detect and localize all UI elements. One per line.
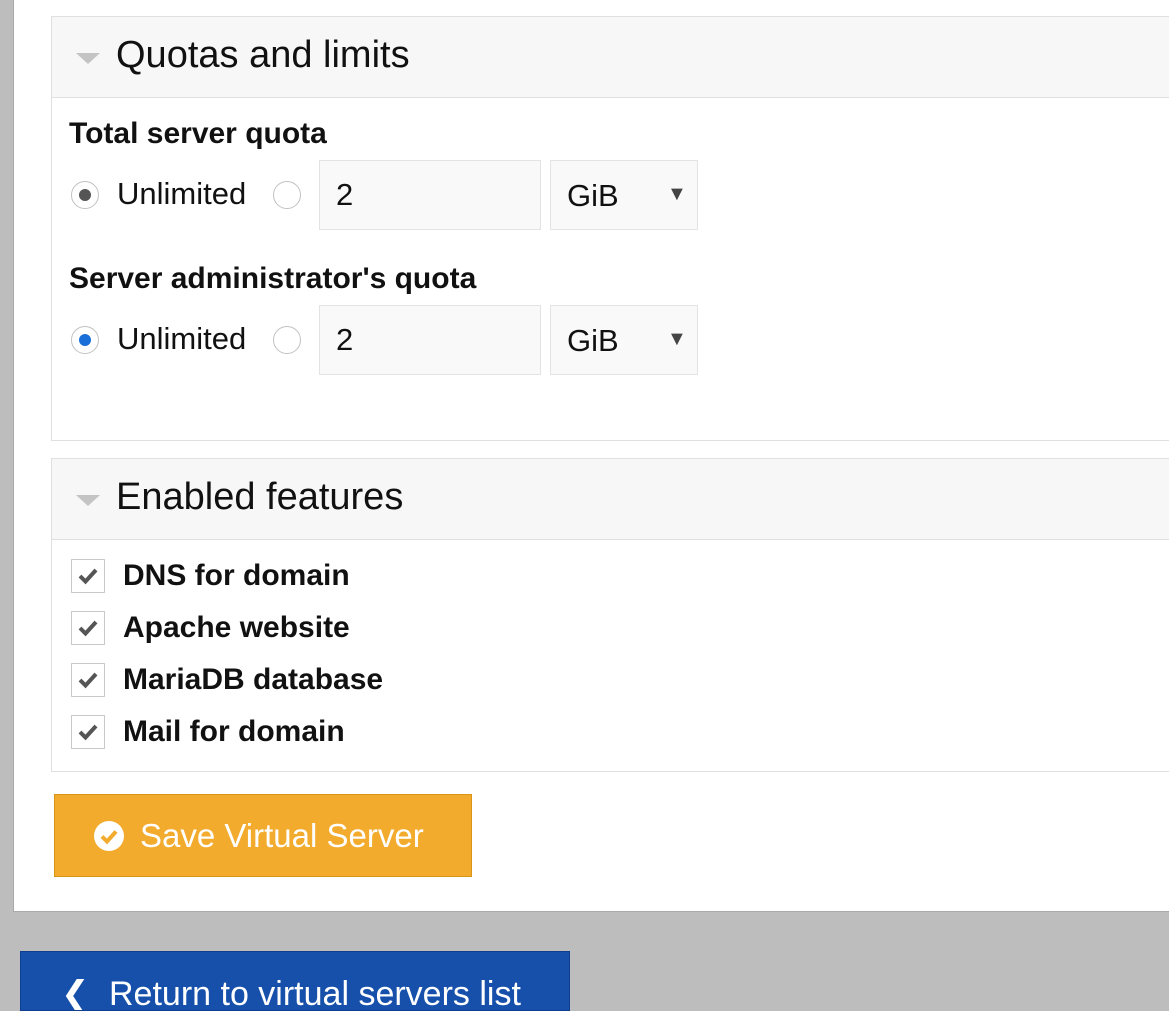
total-quota-unlimited-radio[interactable] xyxy=(71,181,99,209)
admin-quota-custom-radio[interactable] xyxy=(273,326,301,354)
return-button-label: Return to virtual servers list xyxy=(109,975,521,1011)
features-section: Enabled features DNS for domain Apache w… xyxy=(51,458,1169,772)
checkmark-icon xyxy=(78,672,98,689)
return-to-list-button[interactable]: ❮ Return to virtual servers list xyxy=(20,951,570,1011)
save-button-label: Save Virtual Server xyxy=(140,817,424,854)
checkmark-icon xyxy=(78,724,98,741)
admin-quota-unlimited-radio[interactable] xyxy=(71,326,99,354)
total-quota-label: Total server quota xyxy=(69,117,327,150)
feature-checkbox-apache[interactable] xyxy=(71,611,105,645)
radio-selected-dot xyxy=(79,189,91,201)
admin-quota-input[interactable] xyxy=(319,305,541,375)
admin-quota-unit-value: GiB xyxy=(567,323,619,358)
feature-label-mariadb: MariaDB database xyxy=(123,663,384,696)
save-virtual-server-button[interactable]: Save Virtual Server xyxy=(54,794,472,877)
total-quota-custom-radio[interactable] xyxy=(273,181,301,209)
quotas-section: Quotas and limits Total server quota Unl… xyxy=(51,16,1169,441)
arrow-left-icon: ❮ xyxy=(61,975,90,1011)
feature-label-mail: Mail for domain xyxy=(123,715,345,748)
triangle-down-icon[interactable] xyxy=(76,495,100,506)
total-quota-unit-select[interactable]: GiB ▼ xyxy=(550,160,698,230)
feature-checkbox-mail[interactable] xyxy=(71,715,105,749)
feature-label-apache: Apache website xyxy=(123,611,350,644)
admin-quota-label: Server administrator's quota xyxy=(69,262,477,295)
features-section-title: Enabled features xyxy=(116,476,404,518)
feature-label-dns: DNS for domain xyxy=(123,559,350,592)
feature-checkbox-mariadb[interactable] xyxy=(71,663,105,697)
feature-checkbox-dns[interactable] xyxy=(71,559,105,593)
dropdown-arrow-icon: ▼ xyxy=(667,183,687,205)
checkmark-icon xyxy=(78,620,98,637)
total-quota-unit-value: GiB xyxy=(567,178,619,213)
admin-quota-unlimited-label: Unlimited xyxy=(117,321,247,356)
features-section-header[interactable]: Enabled features xyxy=(52,459,1169,540)
check-circle-icon xyxy=(94,821,124,851)
quotas-section-header[interactable]: Quotas and limits xyxy=(52,17,1169,98)
quotas-section-title: Quotas and limits xyxy=(116,34,410,76)
total-quota-unlimited-label: Unlimited xyxy=(117,176,247,211)
dropdown-arrow-icon: ▼ xyxy=(667,328,687,350)
triangle-down-icon[interactable] xyxy=(76,53,100,64)
checkmark-icon xyxy=(78,568,98,585)
total-quota-input[interactable] xyxy=(319,160,541,230)
radio-selected-dot xyxy=(79,334,91,346)
admin-quota-unit-select[interactable]: GiB ▼ xyxy=(550,305,698,375)
